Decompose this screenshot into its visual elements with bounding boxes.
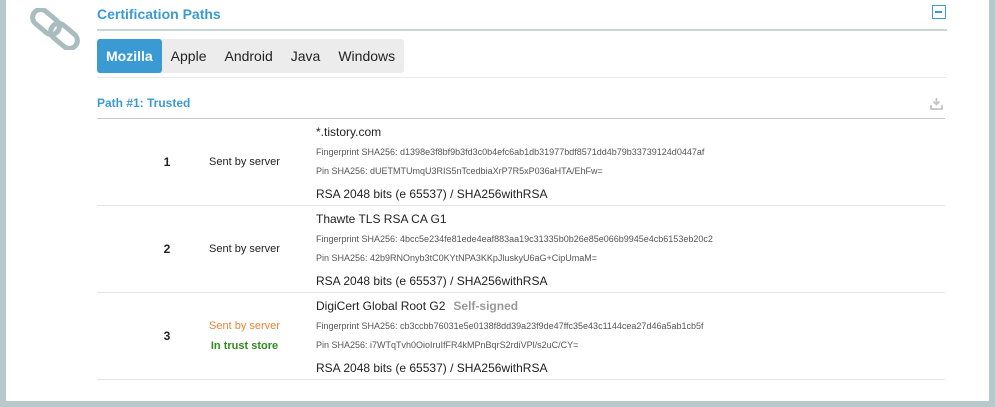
cert-common-name: Thawte TLS RSA CA G1 <box>316 212 447 226</box>
cert-status: Sent by server In trust store <box>197 320 292 352</box>
cert-fingerprint: Fingerprint SHA256: d1398e3f8bf9b3fd3c0b… <box>316 147 705 157</box>
cert-pin: Pin SHA256: 42b9RNOnyb3tC0KYtNPA3KKpJlus… <box>316 253 597 263</box>
cert-common-name: *.tistory.com <box>316 125 382 139</box>
download-icon[interactable] <box>930 97 943 110</box>
tab-windows[interactable]: Windows <box>329 39 404 73</box>
cert-key: RSA 2048 bits (e 65537) / SHA256withRSA <box>316 361 548 375</box>
cert-row: 2 Sent by server Thawte TLS RSA CA G1 Fi… <box>97 206 945 293</box>
link-icon <box>30 8 80 50</box>
path-title: Path #1: Trusted <box>97 96 191 110</box>
tab-mozilla[interactable]: Mozilla <box>97 39 162 73</box>
status-sent: Sent by server <box>209 320 280 332</box>
cert-number: 2 <box>163 242 171 256</box>
tab-android[interactable]: Android <box>215 39 281 73</box>
section-title: Certification Paths <box>97 6 221 22</box>
cert-number: 1 <box>163 155 171 169</box>
cert-pin: Pin SHA256: i7WTqTvh0OioIruIfFR4kMPnBqrS… <box>316 340 579 350</box>
cert-row: 3 Sent by server In trust store DigiCert… <box>97 293 945 380</box>
cert-cn-text: DigiCert Global Root G2 <box>316 299 446 313</box>
cert-number: 3 <box>163 329 171 343</box>
client-tabs: Mozilla Apple Android Java Windows <box>97 39 405 73</box>
cert-details: Thawte TLS RSA CA G1 Fingerprint SHA256:… <box>316 212 713 288</box>
cert-fingerprint: Fingerprint SHA256: 4bcc5e234fe81ede4eaf… <box>316 234 713 244</box>
cert-row: 1 Sent by server *.tistory.com Fingerpri… <box>97 119 945 206</box>
title-divider <box>97 29 947 31</box>
self-signed-badge: Self-signed <box>453 299 519 313</box>
status-sent: Sent by server <box>209 156 280 168</box>
tab-java[interactable]: Java <box>282 39 330 73</box>
cert-key: RSA 2048 bits (e 65537) / SHA256withRSA <box>316 274 548 288</box>
cert-pin: Pin SHA256: dUETMTUmqU3RIS5nTcedbiaXrP7R… <box>316 166 603 176</box>
tab-apple[interactable]: Apple <box>162 39 216 73</box>
cert-status: Sent by server <box>197 243 292 255</box>
status-sent: Sent by server <box>209 243 280 255</box>
tabs-divider <box>97 77 947 78</box>
cert-status: Sent by server <box>197 156 292 168</box>
cert-common-name: DigiCert Global Root G2 Self-signed <box>316 299 704 313</box>
cert-fingerprint: Fingerprint SHA256: cb3ccbb76031e5e0138f… <box>316 321 704 331</box>
cert-key: RSA 2048 bits (e 65537) / SHA256withRSA <box>316 187 548 201</box>
status-trust-store: In trust store <box>210 340 279 352</box>
cert-details: *.tistory.com Fingerprint SHA256: d1398e… <box>316 125 704 201</box>
minus-square-icon[interactable] <box>932 5 946 19</box>
cert-details: DigiCert Global Root G2 Self-signed Finge… <box>316 299 704 375</box>
